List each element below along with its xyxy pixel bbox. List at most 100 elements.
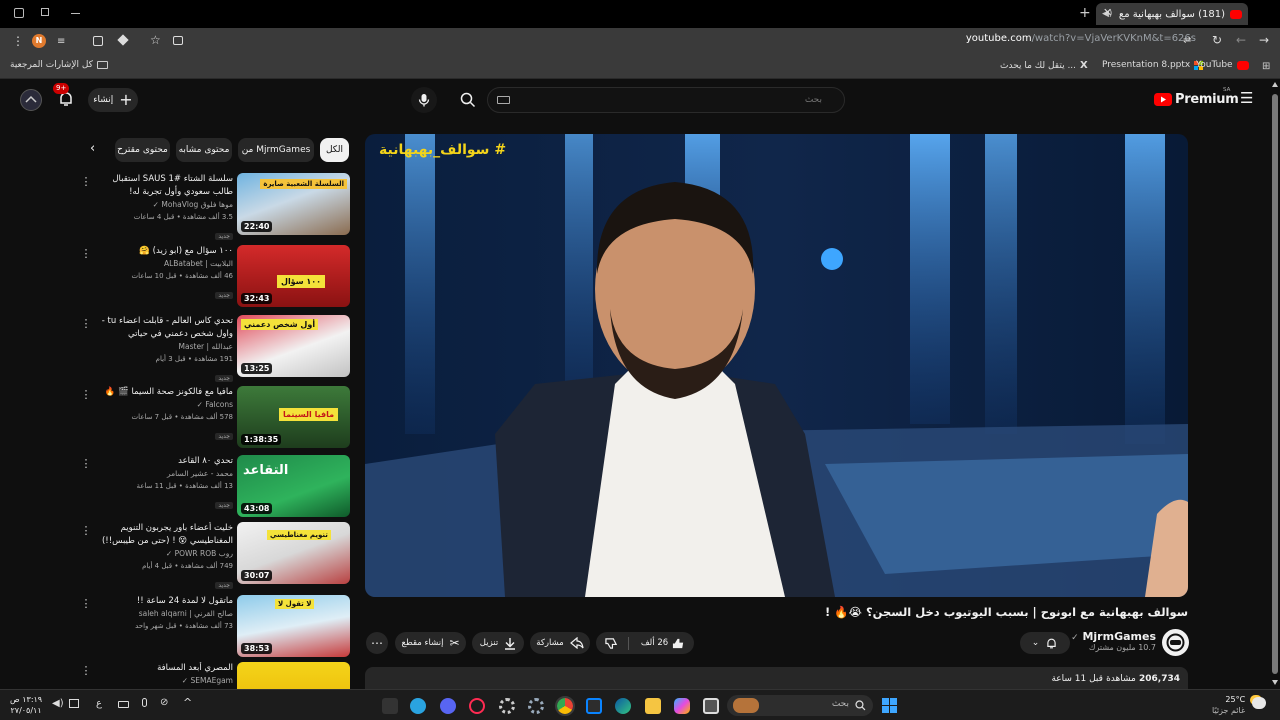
more-options-icon[interactable]: ⋮ — [80, 457, 92, 471]
recommendation-item[interactable]: ⋮ المصري أبعد المسافة SEMAEgam ✓ — [80, 662, 352, 689]
mic-icon[interactable] — [142, 698, 147, 707]
tray-chevron-icon[interactable]: ^ — [183, 696, 192, 709]
chips-scroll-left-icon[interactable]: ‹ — [90, 141, 95, 156]
opera-gx-icon[interactable] — [469, 698, 485, 714]
recommendation-title[interactable]: سلسلة الشتاء #1 SAUS استقبال طالب سعودي … — [94, 173, 233, 199]
scroll-up-icon[interactable] — [1272, 82, 1278, 87]
recommendation-title[interactable]: خليت أعضاء باور يجربون التنويم المغناطيس… — [94, 522, 233, 548]
store-icon[interactable] — [586, 698, 602, 714]
recommendation-title[interactable]: تحدي ٨٠ القاعد — [94, 455, 233, 468]
more-options-icon[interactable]: ⋮ — [80, 247, 92, 261]
recommendation-thumbnail[interactable]: لا تقول لا 38:53 — [237, 595, 350, 657]
chip-suggested[interactable]: محتوى مقترح — [115, 138, 170, 162]
recommendation-channel[interactable]: صالح القرني | saleh alqarni — [94, 608, 233, 620]
address-bar[interactable]: youtube.com/watch?v=VjaVerKVKnM&t=626s — [880, 33, 1196, 51]
discord-icon[interactable] — [440, 698, 456, 714]
recommendation-title[interactable]: ماتقول لا لمدة 24 ساعة !! — [94, 595, 233, 608]
recommendation-title[interactable]: تحدي كاس العالم - قابلت اعضاء tu - واول … — [94, 315, 233, 341]
recommendation-item[interactable]: ⋮ ١٠٠ سؤال مع (ابو زيد) 🤗 البلابيت | ALB… — [80, 245, 352, 311]
scroll-down-icon[interactable] — [1272, 680, 1278, 685]
network-off-icon[interactable]: ⊘ — [160, 697, 168, 708]
like-button[interactable]: 26 ألف — [635, 637, 685, 650]
recommendation-title[interactable]: ١٠٠ سؤال مع (ابو زيد) 🤗 — [94, 245, 233, 258]
language-indicator[interactable]: ع — [96, 698, 102, 709]
recommendation-thumbnail[interactable]: ١٠٠ سؤال 32:43 — [237, 245, 350, 307]
reload-icon[interactable]: ↻ — [1212, 33, 1222, 47]
scrollbar-thumb[interactable] — [1272, 94, 1278, 674]
restore-icon[interactable] — [41, 8, 49, 16]
recommendation-thumbnail[interactable]: أول شخص دعمني 13:25 — [237, 315, 350, 377]
recommendation-channel[interactable]: موها فلوق MohaVlog ✓ — [94, 199, 233, 211]
extension-diamond-icon[interactable] — [117, 34, 129, 46]
more-options-icon[interactable]: ⋮ — [80, 597, 92, 611]
recommendation-item[interactable]: ⋮ تحدي كاس العالم - قابلت اعضاء tu - واو… — [80, 315, 352, 382]
bookmark-star-icon[interactable]: ☆ — [150, 33, 161, 47]
keyboard-icon[interactable] — [497, 96, 510, 104]
recommendation-thumbnail[interactable] — [237, 662, 350, 689]
close-tab-icon[interactable]: ✕ — [1103, 6, 1112, 19]
profile-avatar[interactable]: N — [32, 34, 46, 48]
more-options-icon[interactable]: ⋮ — [80, 175, 92, 189]
clock[interactable]: ١٣:١٩ ص ٢٧/٠٥/١١ — [10, 694, 42, 716]
playlist-icon[interactable]: ≡ — [57, 36, 65, 47]
recommendation-channel[interactable]: البلابيت | ALBatabet — [94, 258, 233, 270]
guide-menu-icon[interactable]: ☰ — [1240, 90, 1253, 107]
cast-icon[interactable] — [173, 36, 183, 45]
clip-button[interactable]: إنشاء مقطع ✂ — [395, 632, 466, 654]
keyboard-icon[interactable] — [118, 701, 129, 708]
site-settings-icon[interactable]: ⇌ — [1183, 35, 1191, 46]
minimize-icon[interactable] — [71, 13, 80, 14]
browser-tab-active[interactable]: (181) سوالف بهبهانية مع ابو... ◀) — [1096, 3, 1248, 25]
notifications-button[interactable]: 9+ — [53, 83, 77, 110]
recommendation-channel[interactable]: محمد - عشير السامر — [94, 468, 233, 480]
recommendation-thumbnail[interactable]: السلسلة الشعبية صايرة 22:40 — [237, 173, 350, 235]
volume-icon[interactable]: ◀) — [52, 698, 64, 709]
recommendation-thumbnail[interactable]: التقاعد 43:08 — [237, 455, 350, 517]
bookmark-x[interactable]: يتقل لك ما يحدث ... X — [1000, 60, 1088, 71]
recommendation-item[interactable]: ⋮ مافيا مع فالكونز صحة السيما 🎬 🔥 Falcon… — [80, 386, 352, 452]
share-button[interactable]: مشاركة — [530, 632, 590, 654]
chip-related[interactable]: محتوى مشابه — [176, 138, 232, 162]
create-button[interactable]: إنشاء + — [88, 88, 138, 112]
dislike-button[interactable] — [605, 636, 629, 650]
back-icon[interactable]: → — [1259, 33, 1269, 47]
recommendation-channel[interactable]: عبدالله | Master — [94, 341, 233, 353]
app-icon-dark[interactable] — [382, 698, 398, 714]
extensions-icon[interactable] — [93, 36, 103, 46]
start-button-icon[interactable] — [882, 698, 897, 713]
youtube-logo[interactable]: Premium SA — [1154, 87, 1239, 107]
voice-search-button[interactable] — [411, 87, 437, 113]
account-avatar[interactable] — [20, 89, 42, 111]
new-tab-button[interactable]: + — [1079, 5, 1091, 21]
recommendation-thumbnail[interactable]: تنويم مغناطيسي 30:07 — [237, 522, 350, 584]
channel-name[interactable]: MjrmGames — [1082, 630, 1156, 643]
chrome-icon[interactable] — [555, 696, 575, 716]
download-button[interactable]: تنزيل — [472, 632, 524, 654]
more-options-icon[interactable]: ⋮ — [80, 388, 92, 402]
copilot-icon[interactable] — [674, 698, 690, 714]
recommendation-thumbnail[interactable]: مافيا السينما 1:38:35 — [237, 386, 350, 448]
more-options-icon[interactable]: ⋮ — [80, 317, 92, 331]
weather-widget[interactable]: 25°C غائم جزئيًا — [1212, 694, 1245, 716]
recommendation-item[interactable]: ⋮ تحدي ٨٠ القاعد محمد - عشير السامر 13 أ… — [80, 455, 352, 521]
edge-icon[interactable] — [615, 698, 631, 714]
more-options-icon[interactable]: ⋮ — [80, 664, 92, 678]
recommendation-title[interactable]: مافيا مع فالكونز صحة السيما 🎬 🔥 — [94, 386, 233, 399]
settings-gear-icon[interactable] — [528, 698, 544, 714]
recommendation-channel[interactable]: SEMAEgam ✓ — [94, 675, 233, 687]
forward-icon[interactable]: ← — [1236, 33, 1246, 47]
chip-from-channel[interactable]: من MjrmGames — [238, 138, 314, 162]
recommendation-channel[interactable]: روب POWR ROB ✓ — [94, 548, 233, 560]
apps-grid-icon[interactable]: ⊞ — [1262, 61, 1270, 72]
more-actions-button[interactable]: ⋯ — [366, 632, 388, 654]
video-player[interactable]: # سوالف_بهبهانية — [365, 134, 1188, 597]
recommendation-item[interactable]: ⋮ سلسلة الشتاء #1 SAUS استقبال طالب سعود… — [80, 173, 352, 240]
subscribed-button[interactable]: ⌄ — [1020, 632, 1070, 654]
settings-icon[interactable] — [499, 698, 515, 714]
more-options-icon[interactable]: ⋮ — [80, 524, 92, 538]
bookmark-youtube[interactable]: YouTube — [1196, 60, 1249, 70]
taskbar-search[interactable]: بحث — [727, 695, 873, 716]
recommendation-item[interactable]: ⋮ خليت أعضاء باور يجربون التنويم المغناط… — [80, 522, 352, 589]
recommendation-item[interactable]: ⋮ ماتقول لا لمدة 24 ساعة !! صالح القرني … — [80, 595, 352, 661]
file-explorer-icon[interactable] — [645, 698, 661, 714]
